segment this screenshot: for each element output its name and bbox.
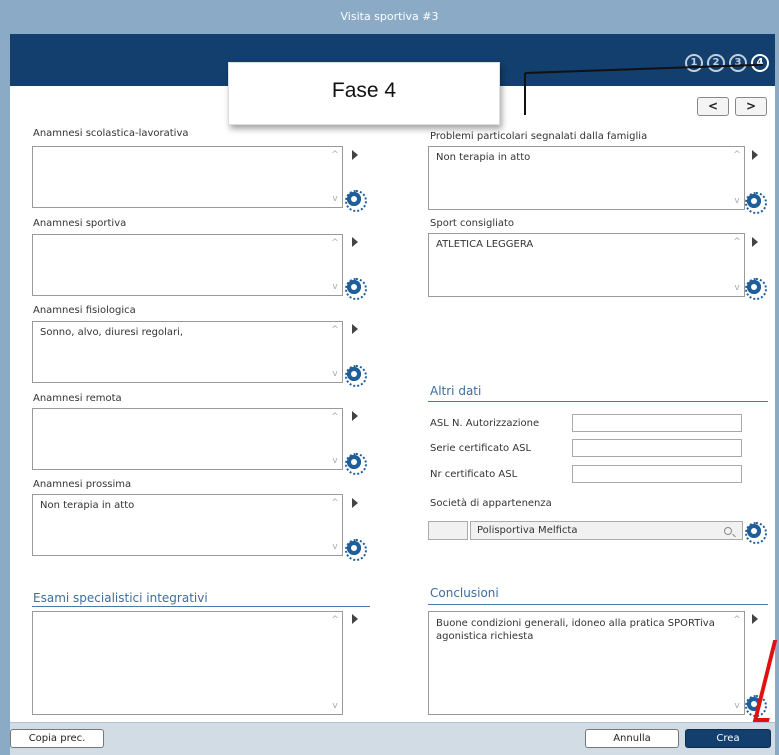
expand-arrow-icon[interactable] bbox=[752, 237, 758, 247]
textarea-scrollbar[interactable]: ^ v bbox=[732, 615, 742, 711]
step-callout: Fase 4 bbox=[228, 62, 500, 125]
field-label-nr-certificato: Nr certificato ASL bbox=[430, 469, 518, 480]
gear-icon[interactable] bbox=[345, 190, 367, 212]
anamnesi-prossima-value: Non terapia in atto bbox=[40, 500, 135, 511]
section-title-conclusioni: Conclusioni bbox=[430, 586, 499, 600]
section-title-altri-dati: Altri dati bbox=[430, 384, 482, 398]
window-left-border bbox=[0, 34, 10, 755]
expand-arrow-icon[interactable] bbox=[352, 150, 358, 160]
next-step-button[interactable]: > bbox=[735, 97, 767, 116]
field-label-anamnesi-fisiologica: Anamnesi fisiologica bbox=[33, 305, 136, 316]
dialog-footer: Copia prec. Annulla Crea bbox=[10, 722, 775, 755]
create-button[interactable]: Crea bbox=[685, 729, 771, 748]
textarea-scrollbar[interactable]: ^ v bbox=[330, 238, 340, 292]
expand-arrow-icon[interactable] bbox=[352, 498, 358, 508]
expand-arrow-icon[interactable] bbox=[752, 614, 758, 624]
problemi-particolari-value: Non terapia in atto bbox=[436, 152, 531, 163]
gear-icon[interactable] bbox=[745, 278, 767, 300]
gear-icon[interactable] bbox=[745, 192, 767, 214]
field-label-serie-certificato: Serie certificato ASL bbox=[430, 443, 532, 454]
section-divider bbox=[428, 604, 768, 605]
section-divider bbox=[32, 606, 370, 607]
field-label-problemi-particolari: Problemi particolari segnalati dalla fam… bbox=[430, 131, 648, 142]
callout-connector-vertical bbox=[524, 73, 526, 115]
nr-certificato-input[interactable] bbox=[572, 465, 742, 483]
cancel-button[interactable]: Annulla bbox=[585, 729, 679, 748]
gear-icon[interactable] bbox=[345, 453, 367, 475]
window-title: Visita sportiva #3 bbox=[340, 10, 439, 23]
step-1[interactable]: 1 bbox=[685, 54, 703, 72]
sport-consigliato-textarea[interactable]: ATLETICA LEGGERA ^ v bbox=[428, 233, 745, 297]
anamnesi-prossima-textarea[interactable]: Non terapia in atto ^ v bbox=[32, 494, 343, 556]
anamnesi-scolastica-textarea[interactable]: ^ v bbox=[32, 146, 343, 208]
section-title-esami: Esami specialistici integrativi bbox=[33, 591, 208, 605]
societa-code-input[interactable] bbox=[428, 521, 468, 540]
serie-certificato-input[interactable] bbox=[572, 439, 742, 457]
esami-textarea[interactable]: ^ v bbox=[32, 611, 343, 715]
asl-autorizzazione-input[interactable] bbox=[572, 414, 742, 432]
expand-arrow-icon[interactable] bbox=[352, 324, 358, 334]
expand-arrow-icon[interactable] bbox=[352, 237, 358, 247]
anamnesi-sportiva-textarea[interactable]: ^ v bbox=[32, 234, 343, 296]
anamnesi-remota-textarea[interactable]: ^ v bbox=[32, 408, 343, 470]
step-navigation: < > bbox=[697, 97, 767, 116]
field-label-anamnesi-prossima: Anamnesi prossima bbox=[33, 479, 132, 490]
textarea-scrollbar[interactable]: ^ v bbox=[330, 412, 340, 466]
textarea-scrollbar[interactable]: ^ v bbox=[732, 237, 742, 293]
section-divider bbox=[428, 401, 768, 402]
textarea-scrollbar[interactable]: ^ v bbox=[732, 150, 742, 206]
copy-previous-button[interactable]: Copia prec. bbox=[10, 729, 104, 748]
anamnesi-fisiologica-value: Sonno, alvo, diuresi regolari, bbox=[40, 327, 184, 338]
textarea-scrollbar[interactable]: ^ v bbox=[330, 615, 340, 711]
gear-icon[interactable] bbox=[345, 539, 367, 561]
conclusioni-textarea[interactable]: Buone condizioni generali, idoneo alla p… bbox=[428, 611, 745, 715]
anamnesi-fisiologica-textarea[interactable]: Sonno, alvo, diuresi regolari, ^ v bbox=[32, 321, 343, 383]
field-label-sport-consigliato: Sport consigliato bbox=[430, 218, 515, 229]
expand-arrow-icon[interactable] bbox=[352, 614, 358, 624]
societa-lookup-input[interactable]: Polisportiva Melficta bbox=[470, 521, 743, 540]
problemi-particolari-textarea[interactable]: Non terapia in atto ^ v bbox=[428, 146, 745, 210]
textarea-scrollbar[interactable]: ^ v bbox=[330, 150, 340, 204]
gear-icon[interactable] bbox=[345, 365, 367, 387]
sport-consigliato-value: ATLETICA LEGGERA bbox=[436, 239, 534, 250]
field-label-anamnesi-scolastica: Anamnesi scolastica-lavorativa bbox=[33, 128, 189, 139]
step-3[interactable]: 3 bbox=[729, 54, 747, 72]
gear-icon[interactable] bbox=[345, 278, 367, 300]
step-callout-text: Fase 4 bbox=[331, 79, 397, 102]
prev-step-button[interactable]: < bbox=[697, 97, 729, 116]
field-label-asl-autorizzazione: ASL N. Autorizzazione bbox=[430, 418, 540, 429]
expand-arrow-icon[interactable] bbox=[352, 411, 358, 421]
conclusioni-value: Buone condizioni generali, idoneo alla p… bbox=[436, 618, 715, 642]
expand-arrow-icon[interactable] bbox=[752, 150, 758, 160]
field-label-anamnesi-remota: Anamnesi remota bbox=[33, 393, 122, 404]
field-label-societa: Società di appartenenza bbox=[430, 498, 552, 509]
textarea-scrollbar[interactable]: ^ v bbox=[330, 498, 340, 552]
step-2[interactable]: 2 bbox=[707, 54, 725, 72]
window-titlebar: Visita sportiva #3 bbox=[0, 0, 779, 34]
field-label-anamnesi-sportiva: Anamnesi sportiva bbox=[33, 218, 127, 229]
textarea-scrollbar[interactable]: ^ v bbox=[330, 325, 340, 379]
societa-value: Polisportiva Melficta bbox=[477, 525, 578, 536]
gear-icon[interactable] bbox=[745, 522, 767, 544]
search-icon[interactable] bbox=[724, 527, 732, 535]
